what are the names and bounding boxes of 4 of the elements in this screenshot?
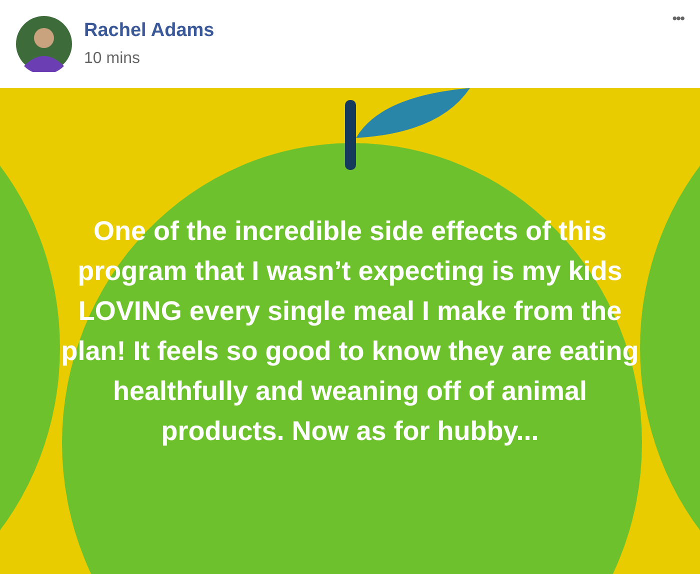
avatar[interactable] [16,16,72,72]
more-options-button[interactable]: ••• [672,10,684,26]
author-name[interactable]: Rachel Adams [84,20,660,42]
post-time[interactable]: 10 mins [84,50,660,68]
